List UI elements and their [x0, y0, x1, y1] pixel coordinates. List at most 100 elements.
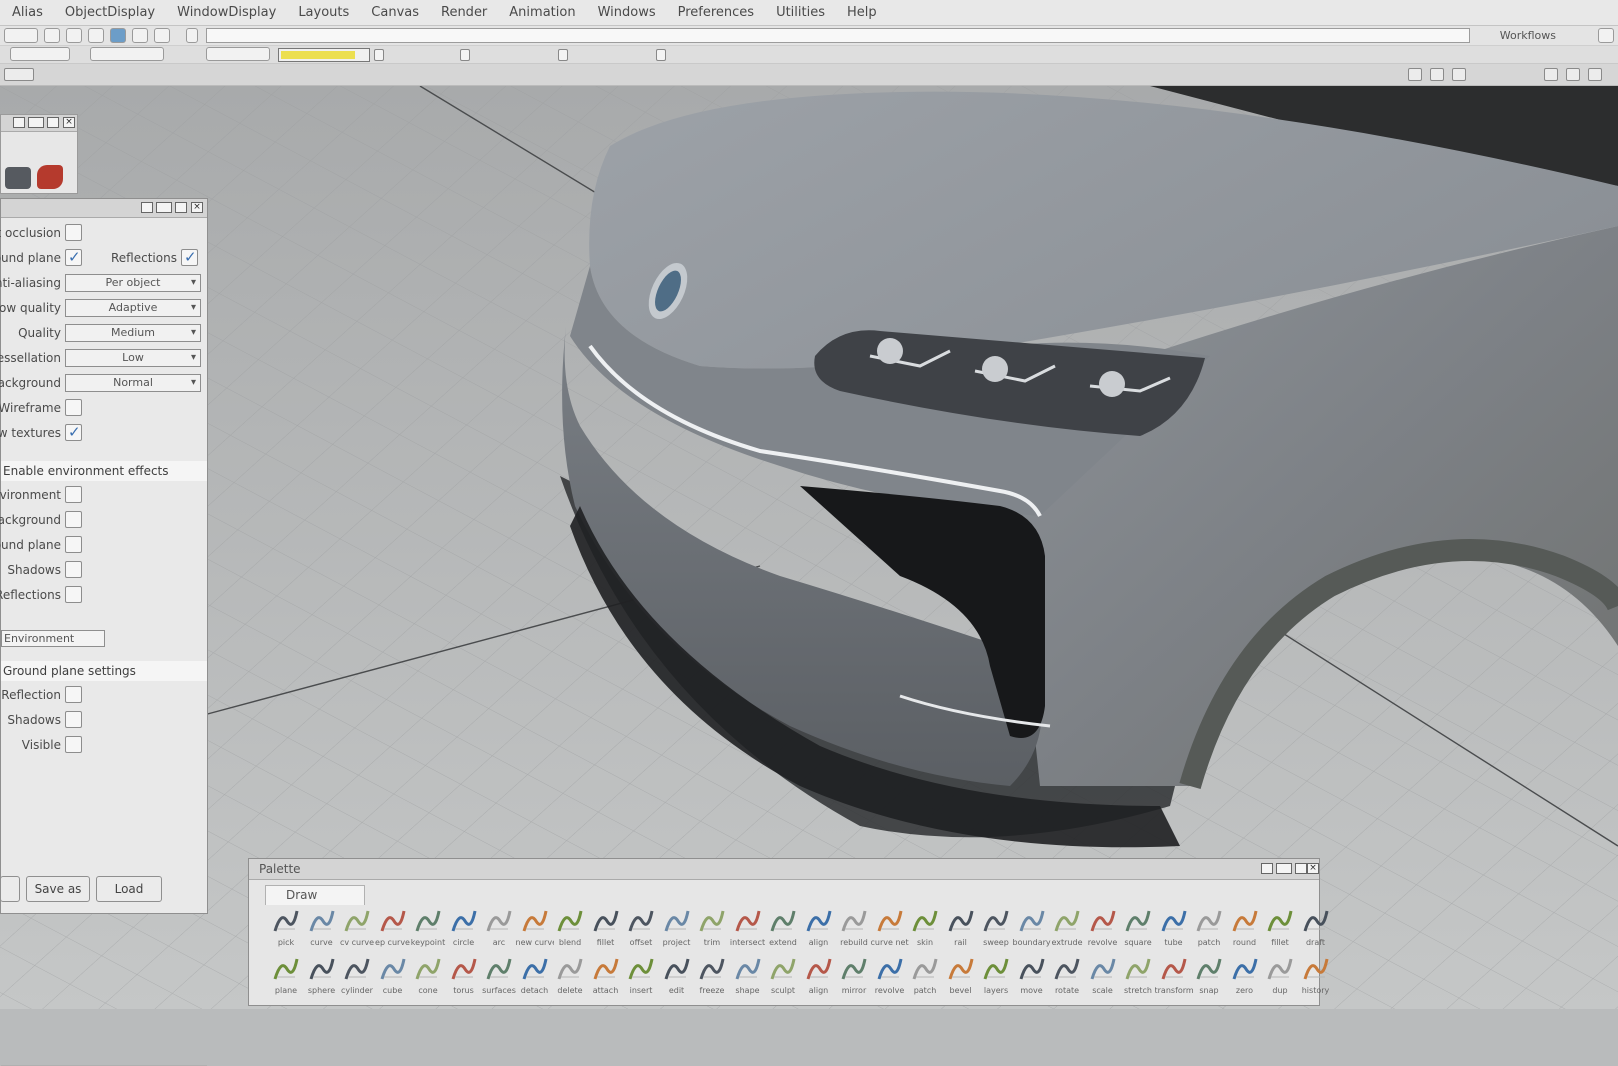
- menu-item-utilities[interactable]: Utilities: [776, 5, 825, 20]
- menu-item-layouts[interactable]: Layouts: [298, 5, 349, 20]
- surface-icon[interactable]: [110, 28, 126, 43]
- tool-insert-button[interactable]: insert: [624, 955, 658, 1001]
- paint-swatch-icon[interactable]: [37, 165, 63, 189]
- tool-history-button[interactable]: history: [1299, 955, 1333, 1001]
- tool-boundary-button[interactable]: boundary: [1013, 907, 1051, 953]
- attribute-dropdown[interactable]: Medium: [65, 324, 201, 342]
- tool-intersect-button[interactable]: intersect: [730, 907, 765, 953]
- window-icon[interactable]: [1566, 68, 1580, 81]
- tool-offset-button[interactable]: offset: [624, 907, 658, 953]
- view-minimize-icon[interactable]: [1408, 68, 1422, 81]
- snap-options[interactable]: [10, 47, 70, 61]
- dash-icon[interactable]: [154, 28, 170, 43]
- attribute-checkbox[interactable]: [181, 248, 198, 266]
- curve-icon[interactable]: [88, 28, 104, 43]
- tool-plane-button[interactable]: plane: [269, 955, 303, 1001]
- attribute-dropdown[interactable]: Per object: [65, 274, 201, 292]
- tool-sphere-button[interactable]: sphere: [305, 955, 339, 1001]
- layout-icon[interactable]: [1544, 68, 1558, 81]
- layer-slot[interactable]: [374, 49, 384, 61]
- tool-keypoint-button[interactable]: keypoint: [411, 907, 445, 953]
- tool-cone-button[interactable]: cone: [411, 955, 445, 1001]
- menu-item-preferences[interactable]: Preferences: [678, 5, 754, 20]
- tab-draw[interactable]: Draw: [265, 885, 365, 905]
- tool-circle-button[interactable]: circle: [447, 907, 481, 953]
- active-layer-field[interactable]: [278, 48, 370, 62]
- tool-skin-button[interactable]: skin: [908, 907, 942, 953]
- tool-bevel-button[interactable]: bevel: [944, 955, 978, 1001]
- tool-detach-button[interactable]: detach: [518, 955, 552, 1001]
- attribute-dropdown[interactable]: Normal: [65, 374, 201, 392]
- tool-round-button[interactable]: round: [1228, 907, 1262, 953]
- attribute-checkbox[interactable]: [65, 423, 82, 441]
- attribute-checkbox[interactable]: [65, 586, 82, 603]
- tool-cylinder-button[interactable]: cylinder: [340, 955, 374, 1001]
- tool-surfaces-button[interactable]: surfaces: [482, 955, 516, 1001]
- tool-new-curve-button[interactable]: new curve: [516, 907, 554, 953]
- save-as-button[interactable]: Save as: [26, 876, 90, 902]
- view-options[interactable]: [206, 47, 270, 61]
- pin-icon[interactable]: [141, 202, 153, 213]
- tool-extend-button[interactable]: extend: [766, 907, 800, 953]
- attribute-checkbox[interactable]: [65, 511, 82, 528]
- layer-dropdown[interactable]: [4, 28, 38, 43]
- pin-icon[interactable]: [1261, 863, 1273, 874]
- tool-pick-button[interactable]: pick: [269, 907, 303, 953]
- tool-delete-button[interactable]: delete: [553, 955, 587, 1001]
- tool-square-button[interactable]: square: [1121, 907, 1155, 953]
- tool-fillet-button[interactable]: fillet: [589, 907, 623, 953]
- reset-button[interactable]: [0, 876, 20, 902]
- pin-icon[interactable]: [13, 117, 25, 128]
- menu-item-objectdisplay[interactable]: ObjectDisplay: [65, 5, 155, 20]
- tool-rebuild-button[interactable]: rebuild: [837, 907, 871, 953]
- line-icon[interactable]: [132, 28, 148, 43]
- menu-item-help[interactable]: Help: [847, 5, 877, 20]
- command-line-input[interactable]: [206, 28, 1470, 43]
- help-icon[interactable]: [1598, 28, 1614, 43]
- menu-item-windows[interactable]: Windows: [598, 5, 656, 20]
- tool-sweep-button[interactable]: sweep: [979, 907, 1013, 953]
- attribute-checkbox[interactable]: [65, 399, 82, 416]
- tool-rail-button[interactable]: rail: [944, 907, 978, 953]
- menu-icon[interactable]: [28, 117, 44, 128]
- tool-move-button[interactable]: move: [1015, 955, 1049, 1001]
- tool-scale-button[interactable]: scale: [1086, 955, 1120, 1001]
- construction-options[interactable]: [90, 47, 164, 61]
- tool-arc-button[interactable]: arc: [482, 907, 516, 953]
- attribute-checkbox[interactable]: [65, 224, 82, 241]
- tool-rotate-button[interactable]: rotate: [1050, 955, 1084, 1001]
- tool-patch-button[interactable]: patch: [908, 955, 942, 1001]
- cmd-toggle-icon[interactable]: [186, 28, 198, 43]
- attribute-checkbox[interactable]: [65, 711, 82, 728]
- menu-item-canvas[interactable]: Canvas: [371, 5, 419, 20]
- menu-item-alias[interactable]: Alias: [12, 5, 43, 20]
- section-ground-plane[interactable]: Ground plane settings: [1, 661, 207, 681]
- tool-revolve-button[interactable]: revolve: [1086, 907, 1120, 953]
- collapse-icon[interactable]: [47, 117, 59, 128]
- tool-draft-button[interactable]: draft: [1299, 907, 1333, 953]
- tool-trim-button[interactable]: trim: [695, 907, 729, 953]
- close-icon[interactable]: ×: [63, 117, 75, 128]
- tool-fillet-button[interactable]: fillet: [1263, 907, 1297, 953]
- tool-cv-curve-button[interactable]: cv curve: [340, 907, 374, 953]
- layer-slot[interactable]: [460, 49, 470, 61]
- tool-align-button[interactable]: align: [802, 907, 836, 953]
- attribute-dropdown[interactable]: Low: [65, 349, 201, 367]
- tool-sculpt-button[interactable]: sculpt: [766, 955, 800, 1001]
- layer-slot[interactable]: [656, 49, 666, 61]
- brush-swatch-icon[interactable]: [5, 167, 31, 189]
- tool-stretch-button[interactable]: stretch: [1121, 955, 1155, 1001]
- pick-icon[interactable]: [44, 28, 60, 43]
- tool-layers-button[interactable]: layers: [979, 955, 1013, 1001]
- tool-curve-button[interactable]: curve: [305, 907, 339, 953]
- tool-tube-button[interactable]: tube: [1157, 907, 1191, 953]
- view-menu-icon[interactable]: [4, 68, 34, 81]
- menu-item-render[interactable]: Render: [441, 5, 487, 20]
- attribute-checkbox[interactable]: [65, 486, 82, 503]
- view-maximize-icon[interactable]: [1430, 68, 1444, 81]
- tool-project-button[interactable]: project: [660, 907, 694, 953]
- tool-zero-button[interactable]: zero: [1228, 955, 1262, 1001]
- attribute-checkbox[interactable]: [65, 536, 82, 553]
- tool-snap-button[interactable]: snap: [1192, 955, 1226, 1001]
- workflows-label[interactable]: Workflows: [1500, 29, 1556, 42]
